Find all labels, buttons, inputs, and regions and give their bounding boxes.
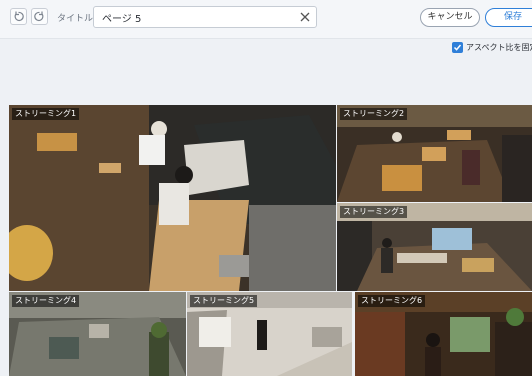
stream-label: ストリーミング4	[12, 295, 80, 307]
stream-tile[interactable]: ストリーミング6	[355, 292, 532, 376]
stream-tile[interactable]: ストリーミング1	[9, 105, 336, 291]
stream-label: ストリーミング2	[340, 108, 408, 120]
camera-feed	[9, 105, 336, 291]
stream-label: ストリーミング1	[12, 108, 80, 120]
stream-label: ストリーミング6	[358, 295, 426, 307]
stream-tile[interactable]: ストリーミング5	[187, 292, 352, 376]
check-icon	[453, 44, 462, 51]
stream-tile[interactable]: ストリーミング2	[337, 105, 532, 202]
save-button[interactable]: 保存	[485, 8, 532, 27]
title-label: タイトル	[57, 14, 94, 24]
redo-icon	[34, 11, 44, 22]
close-icon[interactable]	[299, 11, 311, 23]
title-input[interactable]	[93, 6, 317, 28]
stream-tile[interactable]: ストリーミング4	[9, 292, 186, 376]
stream-label: ストリーミング3	[340, 206, 408, 218]
undo-icon	[14, 11, 24, 22]
toolbar: タイトル キャンセル 保存	[0, 0, 532, 39]
aspect-ratio-checkbox[interactable]	[452, 42, 463, 53]
stream-tile[interactable]: ストリーミング3	[337, 203, 532, 291]
stream-label: ストリーミング5	[190, 295, 258, 307]
aspect-ratio-label: アスペクト比を固定	[466, 43, 532, 52]
undo-button[interactable]	[10, 8, 27, 25]
cancel-button[interactable]: キャンセル	[420, 8, 480, 27]
redo-button[interactable]	[31, 8, 48, 25]
